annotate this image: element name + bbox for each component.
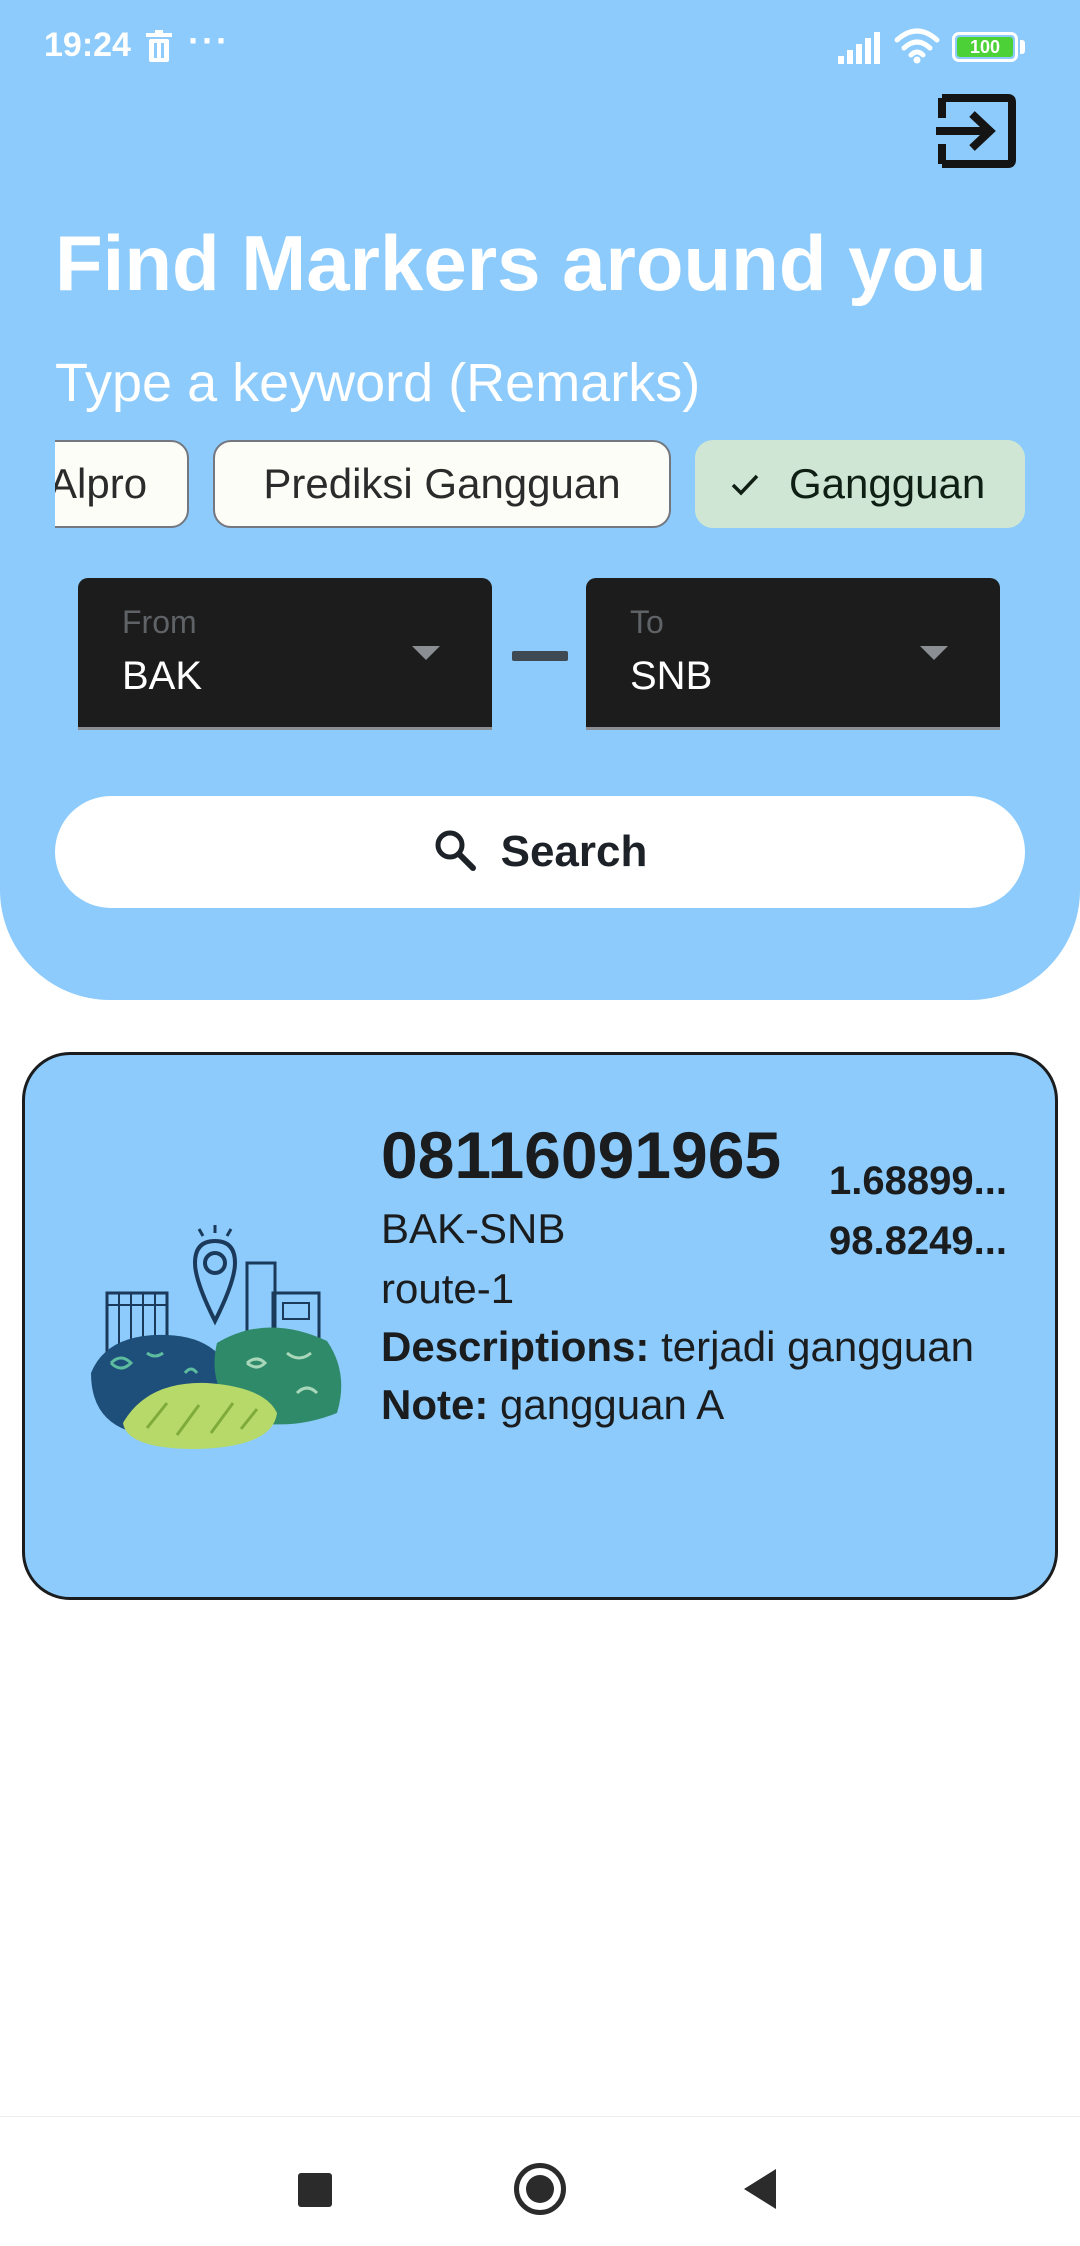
- dropdown-arrow-icon: [920, 646, 948, 660]
- chip-prediksi-gangguan[interactable]: Prediksi Gangguan: [213, 440, 671, 528]
- marker-card[interactable]: 08116091965 1.68899... 98.8249... BAK-SN…: [22, 1052, 1058, 1600]
- chip-alpro[interactable]: Alpro: [55, 440, 189, 528]
- marker-note: Note: gangguan A: [381, 1381, 724, 1429]
- check-icon: [731, 474, 759, 496]
- to-dropdown[interactable]: To SNB: [586, 578, 1000, 730]
- wifi-icon: [894, 28, 940, 64]
- trash-icon: [146, 30, 172, 62]
- marker-latitude: 1.68899...: [829, 1159, 1007, 1203]
- marker-route: BAK-SNB: [381, 1205, 566, 1252]
- marker-descriptions: Descriptions: terjadi gangguan: [381, 1323, 974, 1371]
- page-title: Find Markers around you: [55, 219, 987, 307]
- search-label: Search: [500, 827, 648, 876]
- marker-phone: 08116091965: [381, 1118, 782, 1192]
- battery-level: 100: [957, 37, 1013, 57]
- from-label: From: [122, 604, 197, 640]
- home-icon-inner: [526, 2175, 554, 2203]
- location-illustration-icon: [91, 1225, 342, 1449]
- search-icon: [435, 830, 476, 872]
- keyword-input[interactable]: Type a keyword (Remarks): [55, 352, 700, 414]
- note-label: Note:: [381, 1381, 489, 1428]
- more-notifications-icon: ···: [188, 20, 230, 61]
- from-value: BAK: [122, 654, 203, 698]
- recents-icon[interactable]: [298, 2173, 332, 2207]
- home-icon[interactable]: [514, 2163, 566, 2215]
- descriptions-label: Descriptions:: [381, 1323, 650, 1370]
- chip-label: Gangguan: [789, 460, 986, 507]
- marker-longitude: 98.8249...: [829, 1219, 1007, 1263]
- back-icon[interactable]: [744, 2169, 776, 2209]
- descriptions-value: terjadi gangguan: [661, 1323, 974, 1370]
- header-panel: 19:24 ··· 100 Find Markers around you Ty…: [0, 0, 1080, 1000]
- to-label: To: [630, 604, 664, 640]
- status-bar: 19:24 ··· 100: [0, 0, 1080, 96]
- navigation-bar: [0, 2116, 1080, 2246]
- chip-label: Alpro: [55, 460, 148, 507]
- chip-label: Prediksi Gangguan: [263, 460, 621, 507]
- route-separator: [512, 651, 568, 661]
- dropdown-arrow-icon: [412, 646, 440, 660]
- battery-icon: 100: [952, 32, 1018, 62]
- battery-tip: [1020, 40, 1025, 54]
- signal-icon: [838, 32, 880, 64]
- from-dropdown[interactable]: From BAK: [78, 578, 492, 730]
- chip-gangguan[interactable]: Gangguan: [695, 440, 1025, 528]
- filter-chips: Alpro Prediksi Gangguan Gangguan: [55, 440, 1025, 530]
- logout-icon[interactable]: [936, 90, 1018, 172]
- status-time: 19:24: [44, 26, 131, 64]
- marker-sub-route: route-1: [381, 1265, 515, 1312]
- note-value: gangguan A: [500, 1381, 725, 1428]
- search-button[interactable]: Search: [55, 796, 1025, 908]
- to-value: SNB: [630, 654, 713, 698]
